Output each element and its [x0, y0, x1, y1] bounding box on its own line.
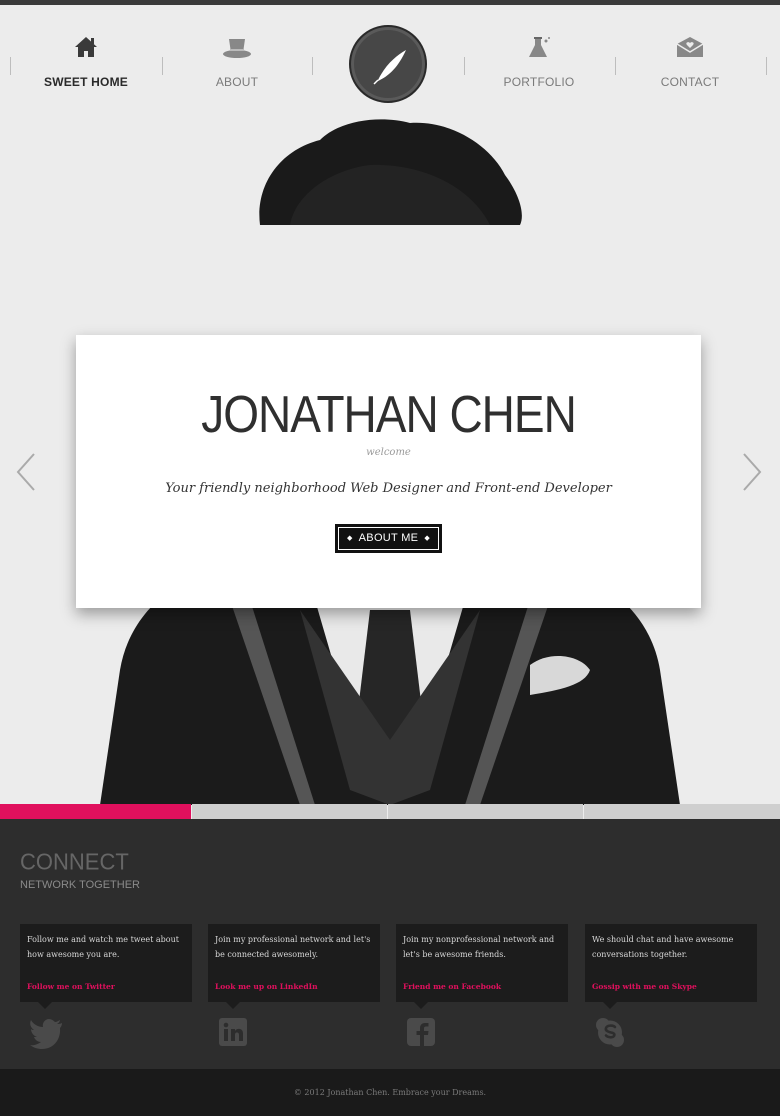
diamond-icon: ◆	[347, 535, 353, 542]
nav-separator	[766, 57, 767, 75]
hero-section: JONATHAN CHEN welcome Your friendly neig…	[0, 115, 780, 805]
nav-item-about[interactable]: ABOUT	[177, 35, 297, 105]
nav-separator	[162, 57, 163, 75]
about-me-button-label: ABOUT ME	[358, 532, 419, 544]
nav-item-home[interactable]: SWEET HOME	[26, 35, 146, 105]
slide-indicator-segment[interactable]	[584, 804, 780, 819]
hero-name: JONATHAN CHEN	[201, 384, 577, 444]
connect-card-text: Follow me and watch me tweet about how a…	[27, 935, 179, 959]
slide-indicator-segment[interactable]	[192, 804, 387, 819]
logo-badge[interactable]	[349, 25, 427, 103]
hat-icon	[177, 35, 297, 67]
connect-card-text: We should chat and have awesome conversa…	[592, 935, 734, 959]
twitter-link[interactable]: Follow me on Twitter	[27, 982, 115, 991]
nav-item-portfolio[interactable]: PORTFOLIO	[479, 35, 599, 105]
slider-prev-arrow[interactable]	[14, 452, 38, 492]
connect-card-facebook: Join my nonprofessional network and let'…	[396, 924, 568, 1009]
hero-tagline: Your friendly neighborhood Web Designer …	[165, 481, 612, 496]
nav-separator	[615, 57, 616, 75]
connect-card-text: Join my professional network and let's b…	[215, 935, 371, 959]
slider-next-arrow[interactable]	[740, 452, 764, 492]
footer: © 2012 Jonathan Chen. Embrace your Dream…	[0, 1069, 780, 1116]
connect-section: CONNECT NETWORK TOGETHER Follow me and w…	[0, 819, 780, 1069]
diamond-icon: ◆	[424, 535, 430, 542]
linkedin-icon[interactable]	[216, 1016, 252, 1050]
facebook-icon[interactable]	[404, 1016, 440, 1050]
home-icon	[26, 35, 146, 67]
connect-card-text: Join my nonprofessional network and let'…	[403, 935, 555, 959]
twitter-icon[interactable]	[28, 1016, 64, 1050]
slide-indicator	[0, 804, 780, 819]
hero-photo-hair	[259, 119, 522, 225]
quill-icon	[373, 50, 406, 85]
connect-title: CONNECT	[20, 848, 129, 875]
nav-item-contact[interactable]: CONTACT	[630, 35, 750, 105]
connect-card-linkedin: Join my professional network and let's b…	[208, 924, 380, 1009]
main-nav: SWEET HOME ABOUT PORTFOLIO CONTACT	[0, 5, 780, 115]
intro-card: JONATHAN CHEN welcome Your friendly neig…	[76, 335, 701, 608]
connect-subtitle: NETWORK TOGETHER	[20, 879, 140, 891]
welcome-text: welcome	[366, 447, 411, 458]
slide-indicator-segment[interactable]	[0, 804, 191, 819]
nav-separator	[464, 57, 465, 75]
nav-item-label: CONTACT	[660, 75, 720, 89]
facebook-link[interactable]: Friend me on Facebook	[403, 982, 501, 991]
nav-item-label: ABOUT	[215, 75, 259, 89]
nav-separator	[312, 57, 313, 75]
about-me-button[interactable]: ◆ ABOUT ME ◆	[335, 524, 442, 553]
skype-icon[interactable]	[593, 1016, 629, 1050]
envelope-icon	[630, 35, 750, 67]
skype-link[interactable]: Gossip with me on Skype	[592, 982, 697, 991]
connect-card-twitter: Follow me and watch me tweet about how a…	[20, 924, 192, 1009]
flask-icon	[479, 35, 599, 67]
connect-card-skype: We should chat and have awesome conversa…	[585, 924, 757, 1009]
nav-separator	[10, 57, 11, 75]
nav-item-label: SWEET HOME	[43, 75, 128, 89]
slide-indicator-segment[interactable]	[388, 804, 583, 819]
linkedin-link[interactable]: Look me up on LinkedIn	[215, 982, 318, 991]
nav-item-label: PORTFOLIO	[503, 75, 575, 89]
copyright-text: © 2012 Jonathan Chen. Embrace your Dream…	[293, 1088, 487, 1097]
